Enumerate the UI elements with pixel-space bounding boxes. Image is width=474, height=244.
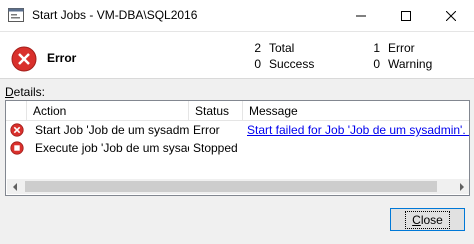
overall-status-label: Error xyxy=(47,51,77,65)
icon-column-header[interactable] xyxy=(6,101,27,121)
scroll-left-button[interactable] xyxy=(7,179,23,194)
scrollbar-thumb[interactable] xyxy=(25,181,437,192)
warning-label: Warning xyxy=(388,57,433,71)
row-message xyxy=(243,139,469,157)
total-label: Total xyxy=(269,41,295,55)
start-jobs-dialog: Start Jobs - VM-DBA\SQL2016 Error 2 Tota… xyxy=(0,0,474,244)
close-button-label: Close xyxy=(405,210,450,229)
details-label: Details: xyxy=(5,85,46,99)
window-close-button[interactable] xyxy=(428,0,473,31)
total-count: 2 xyxy=(254,41,261,55)
row-action: Execute job 'Job de um sysadmin' xyxy=(35,141,189,155)
maximize-icon xyxy=(400,10,411,21)
error-label: Error xyxy=(388,41,415,55)
maximize-button[interactable] xyxy=(383,0,428,31)
column-header-action[interactable]: Action xyxy=(27,101,189,121)
ssms-app-icon xyxy=(8,8,24,22)
column-header-status[interactable]: Status xyxy=(189,101,243,121)
minimize-button[interactable] xyxy=(338,0,383,31)
window-title: Start Jobs - VM-DBA\SQL2016 xyxy=(32,8,198,22)
warning-count: 0 xyxy=(373,57,380,71)
stopped-icon xyxy=(10,141,24,155)
column-header-message[interactable]: Message xyxy=(243,101,469,121)
error-count: 1 xyxy=(373,41,380,55)
error-status-icon xyxy=(11,46,37,72)
table-row[interactable]: Execute job 'Job de um sysadmin' Stopped xyxy=(6,139,469,157)
scroll-right-button[interactable] xyxy=(454,179,469,194)
horizontal-scrollbar[interactable] xyxy=(7,179,469,194)
row-status: Error xyxy=(193,123,220,137)
success-label: Success xyxy=(269,57,315,71)
chevron-left-icon xyxy=(13,182,17,191)
details-grid[interactable]: Action Status Message Start Job 'Job de … xyxy=(5,100,470,196)
table-row[interactable]: Start Job 'Job de um sysadmin' Error Sta… xyxy=(6,121,469,139)
close-button[interactable]: Close xyxy=(390,208,465,231)
error-icon xyxy=(10,123,24,137)
success-count: 0 xyxy=(254,57,261,71)
row-status: Stopped xyxy=(193,141,238,155)
row-message-link[interactable]: Start failed for Job 'Job de um sysadmin… xyxy=(243,121,469,139)
minimize-icon xyxy=(355,15,366,16)
row-action: Start Job 'Job de um sysadmin' xyxy=(35,123,189,137)
chevron-right-icon xyxy=(460,182,464,191)
title-bar: Start Jobs - VM-DBA\SQL2016 xyxy=(0,0,474,31)
close-icon xyxy=(445,10,456,21)
summary-panel: Error 2 Total 0 Success 1 Error 0 Warnin… xyxy=(0,31,474,79)
